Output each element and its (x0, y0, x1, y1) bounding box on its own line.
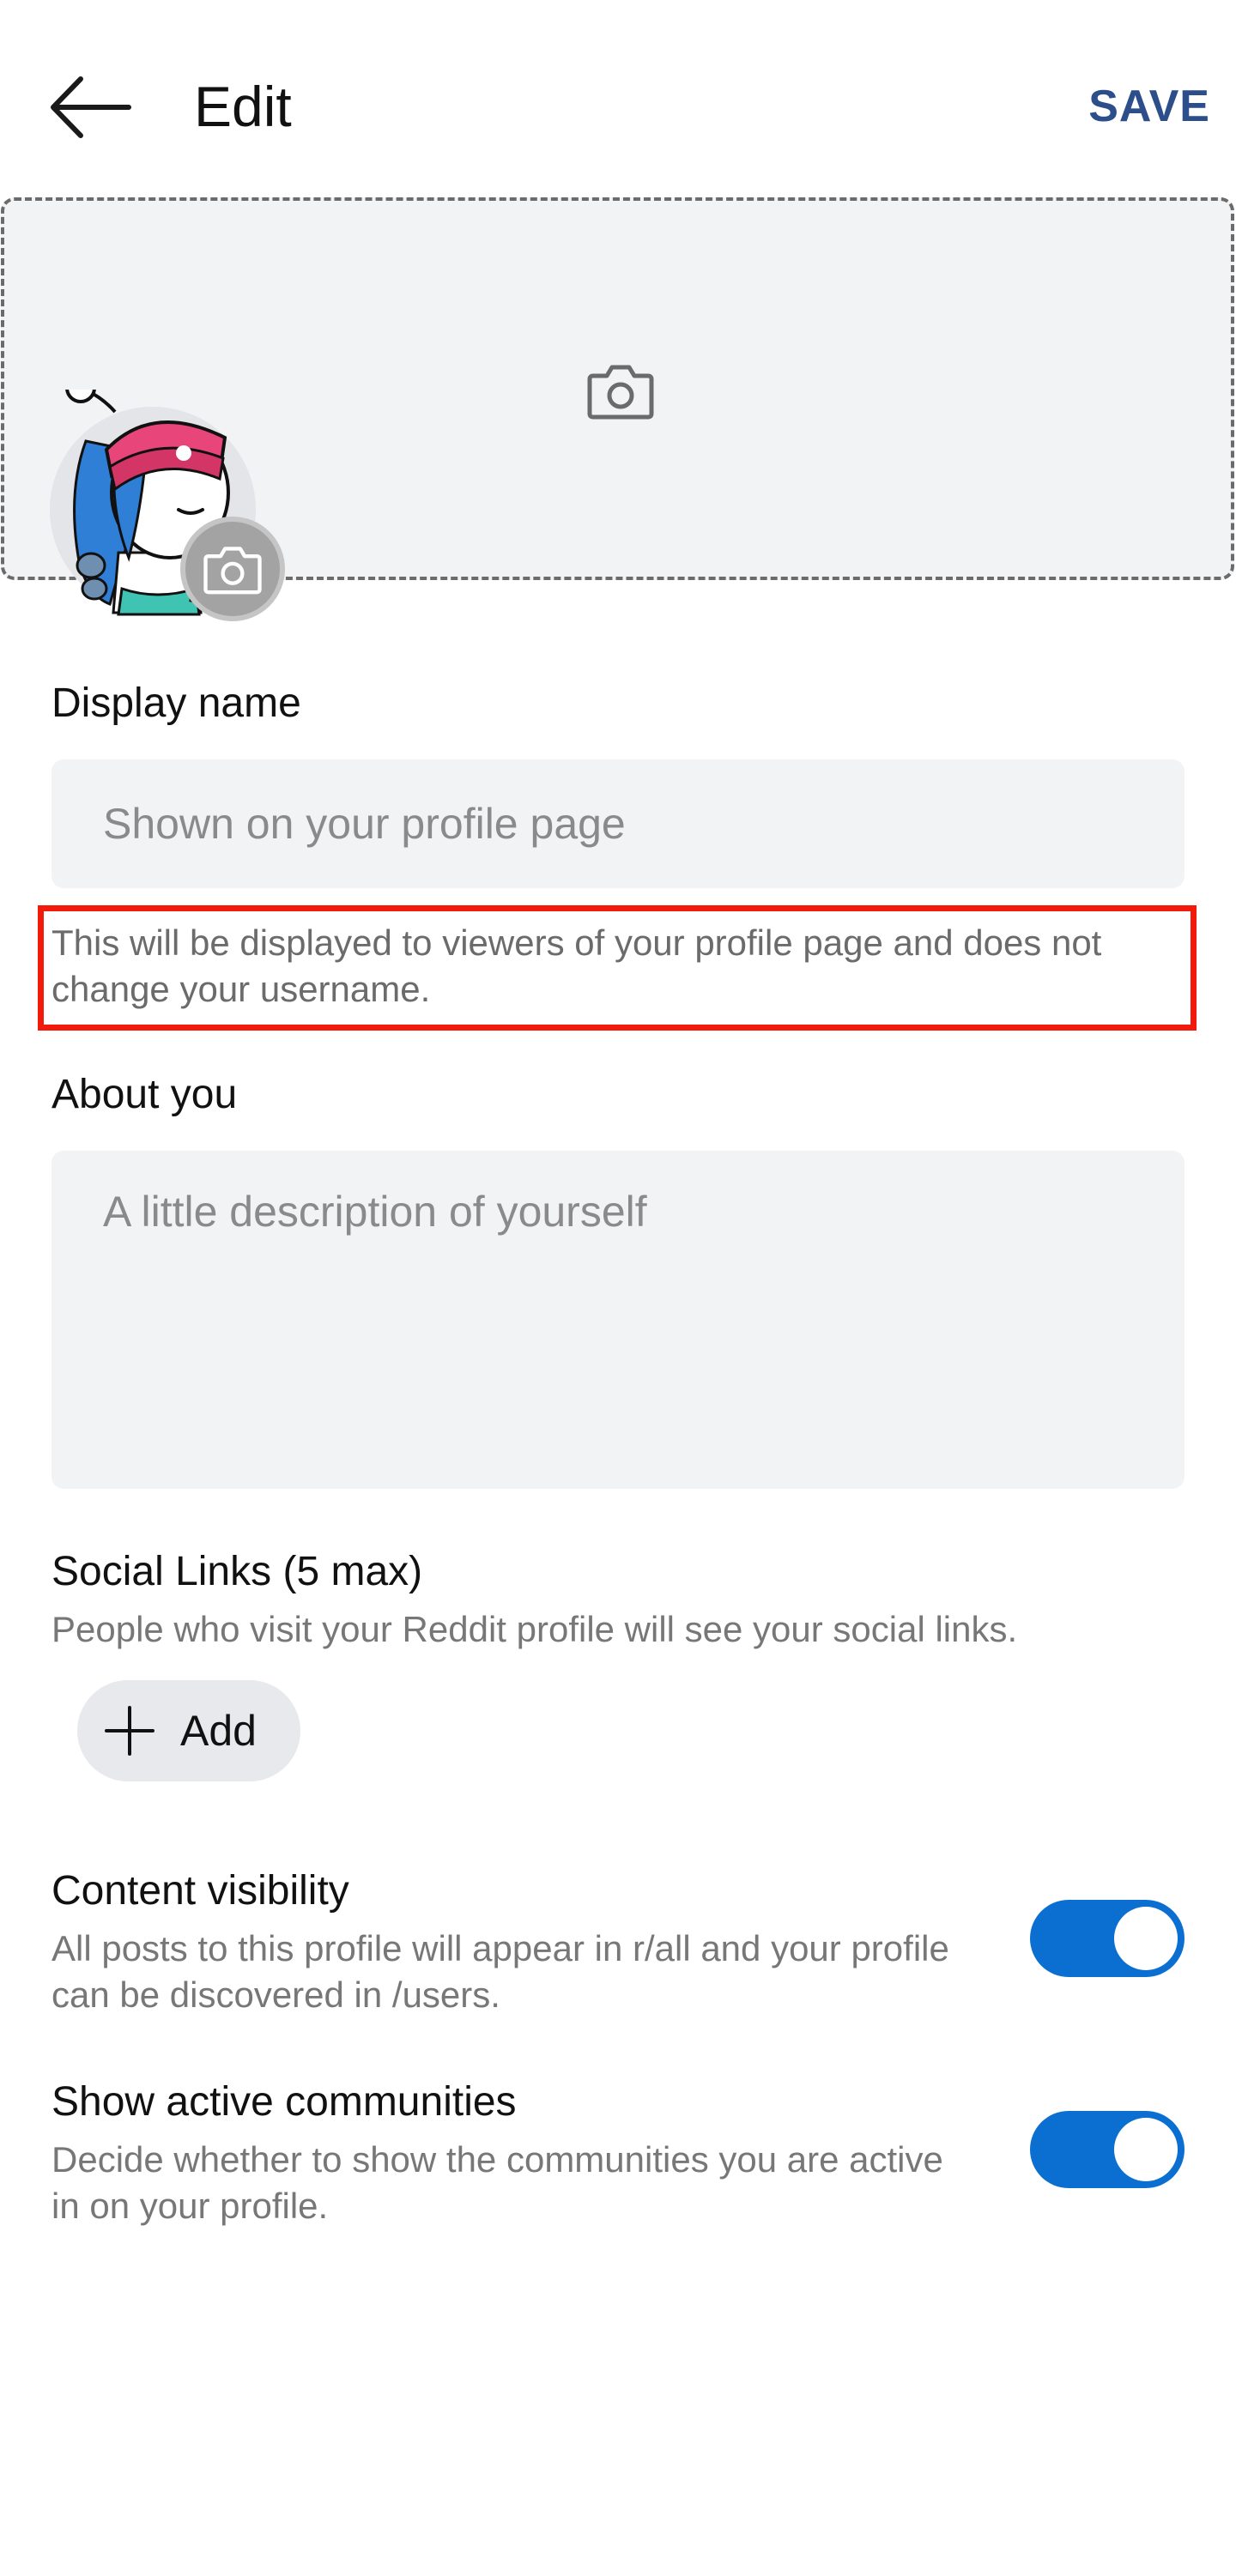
plus-icon (105, 1706, 154, 1756)
avatar-camera-button[interactable] (180, 517, 285, 621)
content-visibility-toggle[interactable] (1030, 1900, 1184, 1977)
camera-icon (203, 547, 262, 595)
camera-icon (587, 365, 654, 420)
save-button[interactable]: SAVE (1088, 81, 1210, 132)
about-you-label: About you (52, 1072, 238, 1117)
about-you-placeholder: A little description of yourself (103, 1188, 647, 1236)
page-title: Edit (194, 75, 292, 138)
add-button-label: Add (180, 1707, 257, 1755)
social-links-description: People who visit your Reddit profile wil… (52, 1609, 1018, 1649)
display-name-label: Display name (52, 680, 301, 726)
active-communities-label: Show active communities (52, 2079, 517, 2125)
back-arrow-icon[interactable] (43, 69, 137, 146)
display-name-placeholder: Shown on your profile page (103, 800, 626, 848)
top-app-bar: Edit SAVE (0, 0, 1236, 197)
display-name-input[interactable]: Shown on your profile page (52, 759, 1184, 888)
toggle-knob (1114, 1907, 1178, 1970)
about-you-textarea[interactable]: A little description of yourself (52, 1151, 1184, 1489)
add-social-link-button[interactable]: Add (77, 1680, 300, 1781)
active-communities-toggle[interactable] (1030, 2111, 1184, 2188)
toggle-knob (1114, 2118, 1178, 2181)
social-links-label: Social Links (5 max) (52, 1549, 423, 1594)
active-communities-description: Decide whether to show the communities y… (52, 2139, 943, 2226)
display-name-helper-text: This will be displayed to viewers of you… (52, 922, 1102, 1009)
content-visibility-description: All posts to this profile will appear in… (52, 1928, 949, 2015)
content-visibility-label: Content visibility (52, 1868, 349, 1914)
